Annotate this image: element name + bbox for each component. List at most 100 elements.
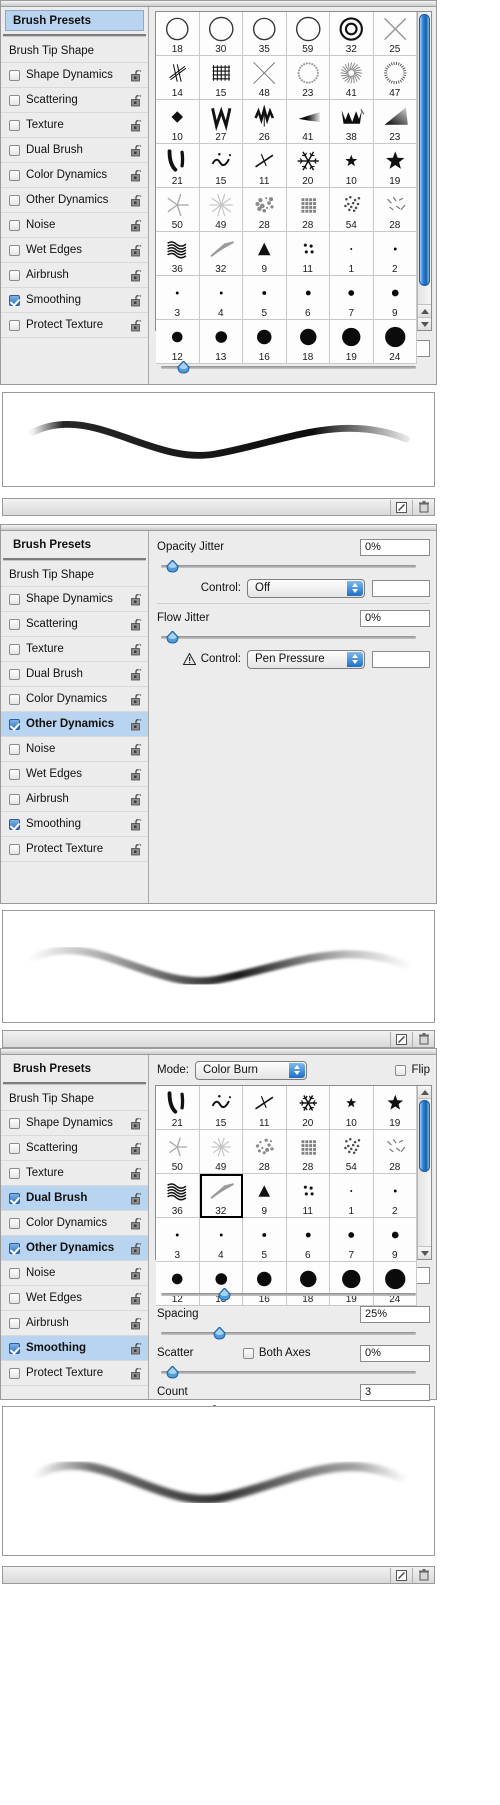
brush-preset-cell[interactable]: 19: [374, 144, 418, 188]
option-checkbox[interactable]: [9, 1243, 20, 1254]
sidebar-item-brush-presets[interactable]: Brush Presets: [5, 10, 144, 31]
brush-preset-cell[interactable]: 9: [374, 1218, 418, 1262]
slider-knob[interactable]: [166, 560, 179, 573]
brush-preset-cell[interactable]: 9: [243, 1174, 287, 1218]
opacity-control-dropdown[interactable]: Off: [247, 579, 365, 598]
brush-preset-cell[interactable]: 1: [330, 232, 374, 276]
option-checkbox[interactable]: [9, 145, 20, 156]
spacing-slider[interactable]: [161, 1326, 422, 1340]
dual-brush-scrollbar[interactable]: [417, 1086, 431, 1259]
brush-preset-cell[interactable]: 23: [374, 100, 418, 144]
slider-knob[interactable]: [166, 1366, 179, 1379]
sidebar-item-dual-brush[interactable]: Dual Brush: [1, 138, 148, 163]
brush-preset-cell[interactable]: 11: [243, 1086, 287, 1130]
option-checkbox[interactable]: [9, 594, 20, 605]
option-checkbox[interactable]: [9, 744, 20, 755]
sidebar-item-brush-tip-shape[interactable]: Brush Tip Shape: [1, 1087, 148, 1111]
sidebar-item-shape-dynamics[interactable]: Shape Dynamics: [1, 63, 148, 88]
sidebar-item-protect-texture[interactable]: Protect Texture: [1, 837, 148, 862]
scroll-up-arrow[interactable]: [418, 1086, 431, 1099]
lock-icon[interactable]: [130, 1192, 143, 1205]
scroll-down-arrow[interactable]: [418, 1246, 431, 1259]
sidebar-item-smoothing[interactable]: Smoothing: [1, 812, 148, 837]
lock-icon[interactable]: [130, 1142, 143, 1155]
scrollbar-thumb[interactable]: [419, 1100, 430, 1172]
brush-preset-cell[interactable]: 11: [287, 1174, 331, 1218]
brush-preset-cell[interactable]: 20: [287, 1086, 331, 1130]
option-checkbox[interactable]: [9, 719, 20, 730]
brush-preset-cell[interactable]: 5: [243, 276, 287, 320]
brush-preset-cell[interactable]: 7: [330, 276, 374, 320]
lock-icon[interactable]: [130, 618, 143, 631]
sidebar-item-protect-texture[interactable]: Protect Texture: [1, 1361, 148, 1386]
brush-preset-grid[interactable]: 18 30 35 59 32 25 14 15 48 23 41 47 10 27 26 41 38 23 21 15…: [156, 12, 417, 330]
brush-preset-cell[interactable]: 2: [374, 1174, 418, 1218]
brush-preset-cell[interactable]: 4: [200, 276, 244, 320]
lock-icon[interactable]: [130, 1242, 143, 1255]
lock-icon[interactable]: [130, 1167, 143, 1180]
lock-icon[interactable]: [130, 69, 143, 82]
sidebar-item-airbrush[interactable]: Airbrush: [1, 1311, 148, 1336]
brush-preset-cell[interactable]: 28: [287, 1130, 331, 1174]
new-brush-button[interactable]: [390, 1032, 412, 1047]
brush-preset-cell[interactable]: 24: [374, 320, 418, 364]
mode-dropdown[interactable]: Color Burn: [195, 1061, 307, 1080]
brush-preset-cell[interactable]: 12: [156, 320, 200, 364]
option-checkbox[interactable]: [9, 170, 20, 181]
brush-preset-cell[interactable]: 21: [156, 1086, 200, 1130]
flow-jitter-field[interactable]: 0%: [360, 610, 430, 627]
opacity-jitter-slider[interactable]: [161, 559, 422, 573]
lock-icon[interactable]: [130, 1367, 143, 1380]
lock-icon[interactable]: [130, 1117, 143, 1130]
lock-icon[interactable]: [130, 693, 143, 706]
option-checkbox[interactable]: [9, 1293, 20, 1304]
sidebar-item-other-dynamics[interactable]: Other Dynamics: [1, 712, 148, 737]
brush-preset-cell[interactable]: 7: [330, 1218, 374, 1262]
option-checkbox[interactable]: [9, 195, 20, 206]
brush-preset-cell[interactable]: 28: [374, 188, 418, 232]
flip-checkbox[interactable]: [395, 1065, 406, 1076]
brush-preset-cell[interactable]: 35: [243, 12, 287, 56]
option-checkbox[interactable]: [9, 1318, 20, 1329]
brush-preset-cell[interactable]: 15: [200, 144, 244, 188]
delete-brush-button[interactable]: [412, 500, 434, 515]
option-checkbox[interactable]: [9, 794, 20, 805]
brush-preset-cell[interactable]: 3: [156, 1218, 200, 1262]
lock-icon[interactable]: [130, 1342, 143, 1355]
sidebar-item-airbrush[interactable]: Airbrush: [1, 263, 148, 288]
brush-preset-cell[interactable]: 19: [330, 320, 374, 364]
option-checkbox[interactable]: [9, 1143, 20, 1154]
brush-preset-cell[interactable]: 6: [287, 1218, 331, 1262]
brush-preset-cell[interactable]: 16: [243, 320, 287, 364]
sidebar-item-brush-tip-shape[interactable]: Brush Tip Shape: [1, 563, 148, 587]
sidebar-item-shape-dynamics[interactable]: Shape Dynamics: [1, 1111, 148, 1136]
option-checkbox[interactable]: [9, 1343, 20, 1354]
flow-jitter-slider[interactable]: [161, 630, 422, 644]
lock-icon[interactable]: [130, 1292, 143, 1305]
option-checkbox[interactable]: [9, 619, 20, 630]
scatter-field[interactable]: 0%: [360, 1345, 430, 1362]
option-checkbox[interactable]: [9, 844, 20, 855]
brush-preset-cell[interactable]: 5: [243, 1218, 287, 1262]
brush-preset-cell[interactable]: 1: [330, 1174, 374, 1218]
brush-preset-cell[interactable]: 49: [200, 1130, 244, 1174]
brush-preset-cell[interactable]: 26: [243, 100, 287, 144]
lock-icon[interactable]: [130, 1217, 143, 1230]
lock-icon[interactable]: [130, 668, 143, 681]
brush-preset-cell[interactable]: 18: [156, 12, 200, 56]
brush-preset-cell[interactable]: 36: [156, 232, 200, 276]
option-checkbox[interactable]: [9, 669, 20, 680]
sidebar-item-texture[interactable]: Texture: [1, 637, 148, 662]
brush-preset-cell[interactable]: 59: [287, 12, 331, 56]
brush-preset-cell[interactable]: 13: [200, 320, 244, 364]
brush-preset-cell[interactable]: 54: [330, 188, 374, 232]
sidebar-item-brush-presets[interactable]: Brush Presets: [5, 534, 144, 555]
sidebar-item-color-dynamics[interactable]: Color Dynamics: [1, 687, 148, 712]
option-checkbox[interactable]: [9, 1193, 20, 1204]
option-checkbox[interactable]: [9, 270, 20, 281]
master-diameter-slider[interactable]: [161, 360, 422, 374]
slider-knob[interactable]: [218, 1288, 231, 1301]
lock-icon[interactable]: [130, 843, 143, 856]
brush-preset-cell[interactable]: 9: [243, 232, 287, 276]
option-checkbox[interactable]: [9, 320, 20, 331]
